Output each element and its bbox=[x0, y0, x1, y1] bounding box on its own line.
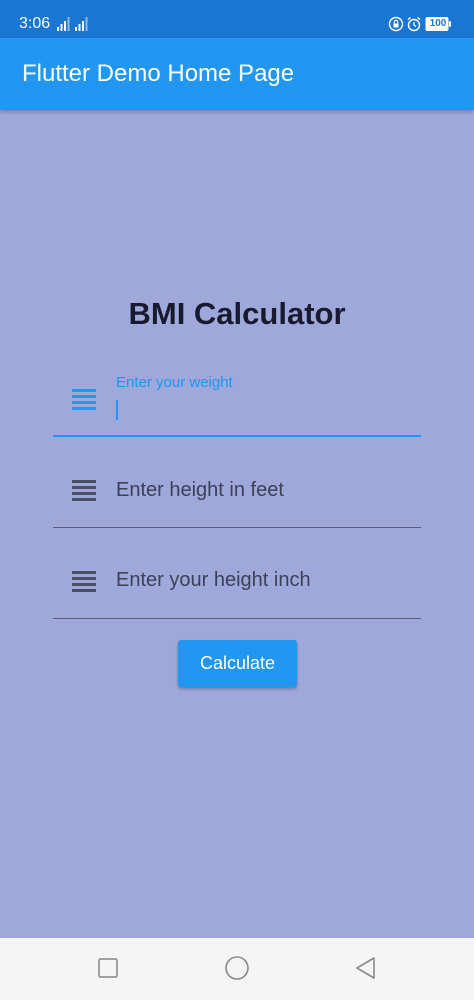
app-bar: Flutter Demo Home Page bbox=[0, 38, 474, 110]
height-inch-field[interactable]: Enter your height inch bbox=[53, 560, 421, 622]
circle-home-icon[interactable] bbox=[224, 955, 250, 981]
app-bar-title: Flutter Demo Home Page bbox=[22, 60, 295, 87]
status-bar: 3:06 100 bbox=[0, 0, 474, 38]
height-feet-underline bbox=[53, 527, 421, 528]
weight-field-underline bbox=[53, 435, 421, 437]
alarm-icon bbox=[407, 16, 421, 32]
list-icon bbox=[72, 571, 96, 592]
battery-level: 100 bbox=[429, 18, 447, 29]
square-recents-icon[interactable] bbox=[95, 955, 121, 981]
list-icon bbox=[72, 389, 96, 410]
navigation-bar bbox=[0, 938, 474, 1000]
height-inch-underline bbox=[53, 618, 421, 619]
height-inch-placeholder: Enter your height inch bbox=[116, 569, 311, 591]
weight-field-label: Enter your weight bbox=[116, 374, 233, 391]
signal-icon bbox=[57, 17, 70, 31]
list-icon bbox=[72, 480, 96, 501]
weight-field[interactable]: Enter your weight bbox=[53, 374, 421, 438]
text-cursor bbox=[116, 400, 118, 420]
signal-icon bbox=[75, 17, 88, 31]
status-time: 3:06 bbox=[19, 15, 51, 32]
page-title: BMI Calculator bbox=[128, 296, 346, 331]
calculate-button[interactable]: Calculate bbox=[178, 640, 297, 687]
height-feet-placeholder: Enter height in feet bbox=[116, 479, 284, 501]
lock-rotation-icon bbox=[388, 16, 404, 32]
height-feet-field[interactable]: Enter height in feet bbox=[53, 470, 421, 530]
triangle-back-icon[interactable] bbox=[353, 955, 379, 981]
